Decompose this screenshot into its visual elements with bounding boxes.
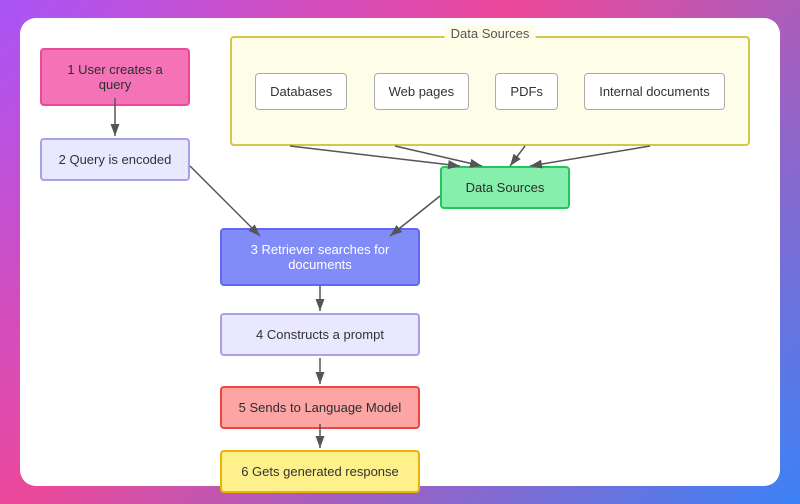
step-3-box: 3 Retriever searches for documents [220,228,420,286]
step-1-box: 1 User creates a query [40,48,190,106]
ds-webpages: Web pages [374,73,470,110]
step-5-label: 5 Sends to Language Model [239,400,402,415]
ds-pdfs: PDFs [495,73,558,110]
data-source-items-row: Databases Web pages PDFs Internal docume… [232,38,748,144]
step-6-label: 6 Gets generated response [241,464,399,479]
data-sources-label: Data Sources [445,26,536,41]
step-4-box: 4 Constructs a prompt [220,313,420,356]
data-sources-center-box: Data Sources [440,166,570,209]
step-5-box: 5 Sends to Language Model [220,386,420,429]
step-6-box: 6 Gets generated response [220,450,420,493]
ds-databases: Databases [255,73,347,110]
step-4-label: 4 Constructs a prompt [256,327,384,342]
data-sources-center-label: Data Sources [466,180,545,195]
step-3-label: 3 Retriever searches for documents [251,242,390,272]
step-2-box: 2 Query is encoded [40,138,190,181]
step-1-label: 1 User creates a query [67,62,162,92]
main-card: Data Sources Databases Web pages PDFs In… [20,18,780,486]
step-2-label: 2 Query is encoded [59,152,172,167]
ds-internal: Internal documents [584,73,725,110]
data-sources-container: Data Sources Databases Web pages PDFs In… [230,36,750,146]
